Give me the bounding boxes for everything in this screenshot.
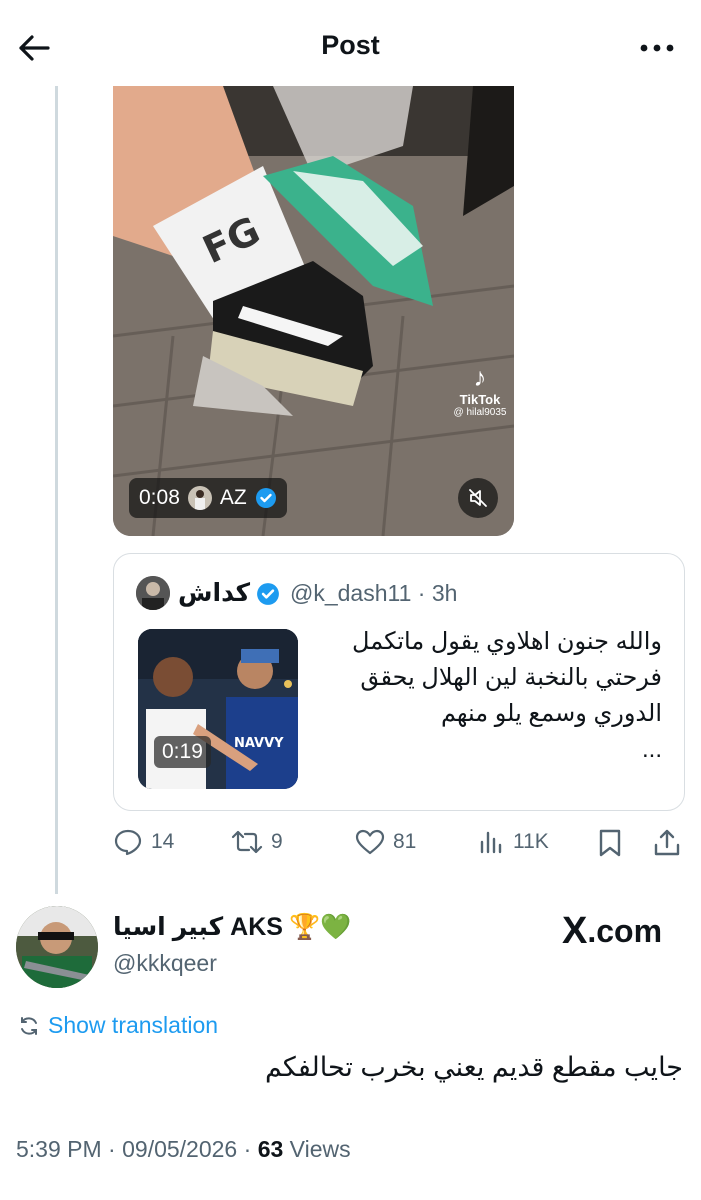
video-author-name: AZ [219, 486, 247, 509]
post-views-count: 63 [257, 1136, 284, 1162]
video-duration: 0:08 [139, 486, 180, 509]
repost-count: 9 [271, 830, 283, 853]
reply-count: 14 [151, 830, 175, 853]
quote-text-line: والله جنون اهلاوي يقول ماتكمل [352, 628, 662, 655]
reply-author-name-row: كبير اسيا AKS 🏆💚 [113, 912, 351, 942]
verified-badge-icon [255, 487, 277, 509]
trophy-heart-emoji: 🏆💚 [288, 912, 352, 941]
like-count: 81 [393, 830, 417, 853]
share-icon [654, 829, 680, 856]
verified-badge-icon [256, 582, 280, 611]
post-time: 5:39 PM [16, 1136, 102, 1162]
analytics-bars-icon [480, 831, 502, 854]
x-com-watermark: X .com [562, 910, 662, 953]
reply-author-avatar[interactable] [16, 906, 98, 988]
video-author-avatar [187, 486, 212, 510]
quoted-post-card[interactable]: كداش @k_dash11 · 3h NAVVY 0:19 والله جنو… [113, 553, 685, 811]
bookmark-button[interactable] [597, 828, 623, 858]
quote-author-handle: @k_dash11 · 3h [290, 580, 457, 607]
separator-dot: · [411, 580, 432, 606]
views-button[interactable]: 11K [477, 828, 549, 856]
post-metadata: 5:39 PM · 09/05/2026 · 63 Views [16, 1136, 351, 1163]
repost-button[interactable]: 9 [231, 828, 283, 856]
thumb-shirt-text: NAVVY [234, 736, 284, 751]
post-action-bar: 14 9 81 11K [113, 822, 685, 866]
translate-refresh-icon [21, 1016, 37, 1035]
quote-text-line: فرحتي بالنخبة لين الهلال يحقق [360, 664, 662, 691]
quote-text: والله جنون اهلاوي يقول ماتكمل فرحتي بالن… [302, 624, 662, 768]
quote-handle-text: @k_dash11 [290, 580, 412, 606]
post-date: 09/05/2026 [122, 1136, 238, 1162]
mute-button[interactable] [458, 478, 498, 518]
separator-dot: · [101, 1136, 123, 1162]
tiktok-watermark: ♪ TikTok @ hilal9035 [445, 362, 514, 418]
like-button[interactable]: 81 [355, 828, 416, 856]
video-info-pill: 0:08 AZ [129, 478, 287, 518]
share-button[interactable] [653, 828, 681, 858]
reply-icon [114, 829, 142, 856]
reply-author-handle: @kkkqeer [113, 950, 217, 976]
watermark-text: .com [587, 913, 663, 949]
separator-dot: · [237, 1136, 258, 1162]
repost-icon [231, 830, 263, 854]
bookmark-icon [599, 829, 621, 857]
top-bar: Post [0, 0, 701, 86]
reply-author-name: كبير اسيا AKS [113, 913, 283, 941]
reply-button[interactable]: 14 [113, 828, 174, 856]
quote-text-ellipsis: ... [641, 736, 662, 763]
show-translation-link[interactable]: Show translation [18, 1012, 218, 1039]
quote-text-line: الدوري وسمع يلو منهم [440, 700, 662, 727]
reply-text: جايب مقطع قديم يعني بخرب تحالفكم [264, 1052, 683, 1082]
quote-time: 3h [431, 580, 458, 606]
tiktok-brand: TikTok [459, 392, 501, 407]
video-player[interactable]: FG ♪ TikTok @ hilal9035 0:08 AZ [113, 86, 514, 536]
page-title: Post [321, 30, 380, 60]
quote-author-avatar[interactable] [136, 576, 170, 610]
speaker-muted-icon [469, 489, 487, 507]
show-translation-label: Show translation [48, 1012, 219, 1038]
post-views-label: Views [289, 1136, 351, 1162]
x-logo-icon: X [562, 910, 588, 952]
tiktok-handle: @ hilal9035 [453, 407, 507, 418]
heart-icon [355, 829, 385, 855]
video-frame: FG [113, 86, 514, 536]
thread-connector-line [55, 86, 58, 894]
more-dots-icon [640, 44, 674, 52]
quote-video-duration: 0:19 [154, 736, 211, 768]
tiktok-logo-icon: ♪ [473, 362, 487, 392]
quote-author-name: كداش [178, 579, 251, 607]
quote-video-thumbnail[interactable]: NAVVY 0:19 [138, 629, 298, 789]
more-options-button[interactable] [635, 30, 679, 66]
view-count: 11K [513, 830, 549, 853]
